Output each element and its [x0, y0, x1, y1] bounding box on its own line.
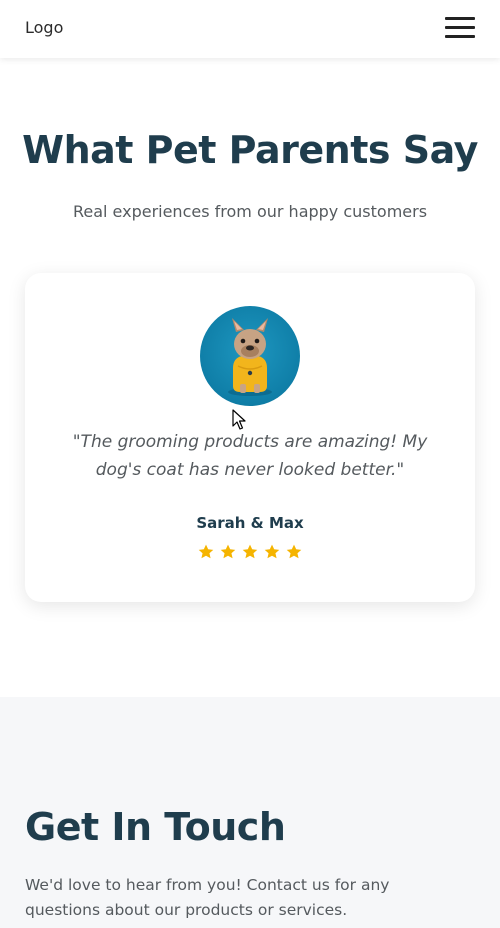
contact-section: Get In Touch We'd love to hear from you!… — [0, 697, 500, 928]
hamburger-line — [445, 17, 475, 20]
site-header: Logo — [0, 0, 500, 58]
testimonials-title: What Pet Parents Say — [22, 128, 478, 172]
hamburger-menu-icon[interactable] — [445, 16, 475, 40]
star-icon — [241, 543, 259, 561]
testimonial-quote: "The grooming products are amazing! My d… — [72, 432, 428, 480]
avatar — [200, 306, 300, 406]
dog-photo — [228, 318, 272, 396]
hamburger-line — [445, 35, 475, 38]
star-icon — [197, 543, 215, 561]
star-icon — [285, 543, 303, 561]
contact-title: Get In Touch — [25, 805, 286, 849]
star-icon — [263, 543, 281, 561]
testimonial-author: Sarah & Max — [196, 514, 304, 532]
rating-stars — [25, 543, 475, 561]
hamburger-line — [445, 26, 475, 29]
testimonial-card: "The grooming products are amazing! My d… — [25, 273, 475, 602]
contact-text: We'd love to hear from you! Contact us f… — [25, 876, 390, 919]
star-icon — [219, 543, 237, 561]
logo-link[interactable]: Logo — [25, 18, 63, 38]
testimonials-subtitle: Real experiences from our happy customer… — [72, 202, 428, 221]
